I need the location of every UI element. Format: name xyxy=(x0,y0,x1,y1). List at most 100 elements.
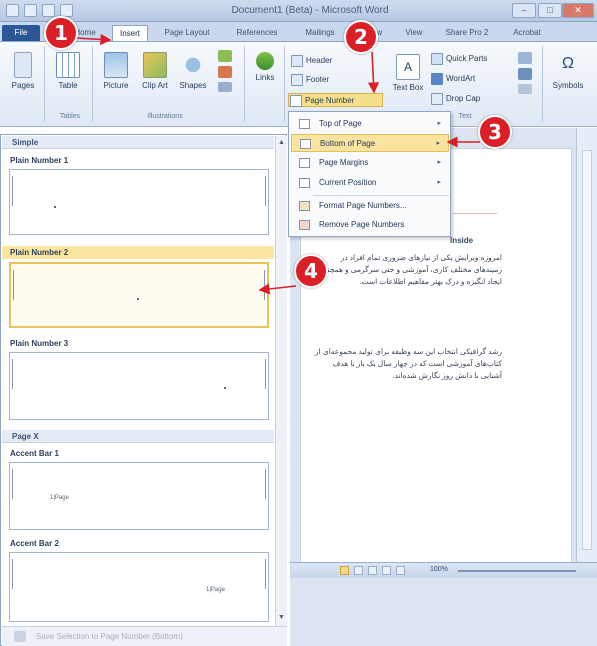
tab-mailings[interactable]: Mailings xyxy=(296,25,344,41)
tab-insert[interactable]: Insert xyxy=(112,25,148,41)
zoom-level[interactable]: 100% xyxy=(430,566,448,573)
margin-mark xyxy=(12,359,18,389)
clip-art-icon xyxy=(143,52,167,78)
text-box-icon: A xyxy=(396,54,420,80)
gallery-item-accent-bar-1[interactable]: 1|Page xyxy=(9,462,269,530)
submenu-arrow-icon: ▸ xyxy=(437,179,441,186)
page-number-marker xyxy=(137,298,139,300)
text-box-button[interactable]: A Text Box xyxy=(392,54,424,92)
scroll-down-icon[interactable]: ▼ xyxy=(278,614,285,621)
shapes-button[interactable]: Shapes xyxy=(176,52,210,90)
callout-badge-4: 4 xyxy=(294,254,328,288)
margin-mark xyxy=(260,176,266,206)
menu-separator xyxy=(313,195,449,196)
footer-icon xyxy=(291,74,303,86)
footer-button[interactable]: Footer xyxy=(290,73,370,87)
save-selection-label: Save Selection to Page Number (Bottom) xyxy=(36,632,183,641)
tab-page-layout[interactable]: Page Layout xyxy=(156,25,218,41)
shapes-icon xyxy=(181,52,205,78)
gallery-item-plain-number-3[interactable] xyxy=(9,352,269,420)
tab-file[interactable]: File xyxy=(2,25,40,41)
gallery-scrollbar[interactable]: ▲ ▼ xyxy=(275,136,287,626)
callout-badge-1: 1 xyxy=(44,16,78,50)
submenu-arrow-icon: ▸ xyxy=(436,140,440,147)
page-margins-icon xyxy=(299,158,310,168)
document-rule xyxy=(453,213,497,214)
save-icon[interactable] xyxy=(24,4,37,17)
tab-acrobat[interactable]: Acrobat xyxy=(502,25,552,41)
draft-view-button[interactable] xyxy=(396,566,405,575)
pages-label: Pages xyxy=(11,81,35,90)
drop-cap-label: Drop Cap xyxy=(446,94,481,103)
symbols-button[interactable]: Ω Symbols xyxy=(548,52,588,90)
picture-button[interactable]: Picture xyxy=(98,52,134,90)
accent-bar-sample: 1|Page xyxy=(50,495,69,501)
picture-label: Picture xyxy=(103,81,129,90)
clip-art-button[interactable]: Clip Art xyxy=(138,52,172,90)
web-layout-view-button[interactable] xyxy=(368,566,377,575)
print-layout-view-button[interactable] xyxy=(340,566,349,575)
quick-parts-icon xyxy=(431,53,443,65)
signature-icon xyxy=(518,52,532,64)
tab-references[interactable]: References xyxy=(226,25,288,41)
menu-item-current-position[interactable]: Current Position ▸ xyxy=(291,174,449,192)
current-position-icon xyxy=(299,178,310,188)
page-number-label: Page Number xyxy=(305,96,355,105)
close-button[interactable]: ✕ xyxy=(562,3,594,18)
gallery-item-label: Plain Number 2 xyxy=(2,246,274,259)
outline-view-button[interactable] xyxy=(382,566,391,575)
menu-item-remove-page-numbers[interactable]: Remove Page Numbers xyxy=(291,216,449,234)
minimize-button[interactable]: – xyxy=(512,3,536,18)
undo-icon[interactable] xyxy=(42,4,55,17)
page-number-marker xyxy=(224,387,226,389)
full-screen-view-button[interactable] xyxy=(354,566,363,575)
quick-parts-button[interactable]: Quick Parts xyxy=(430,52,508,66)
callout-badge-2: 2 xyxy=(344,20,378,54)
wordart-icon xyxy=(431,73,443,85)
table-button[interactable]: Table xyxy=(50,52,86,90)
margin-mark xyxy=(260,469,266,499)
gallery-item-label: Accent Bar 2 xyxy=(10,539,59,548)
callout-badge-3: 3 xyxy=(478,115,512,149)
links-button[interactable]: Links xyxy=(250,52,280,82)
drop-cap-button[interactable]: Drop Cap xyxy=(430,92,508,106)
gallery-item-label: Plain Number 1 xyxy=(10,156,69,165)
gallery-item-accent-bar-2[interactable]: 1|Page xyxy=(9,552,269,622)
margin-mark xyxy=(12,559,18,589)
links-icon xyxy=(256,52,274,70)
signature-buttons[interactable] xyxy=(512,52,538,97)
menu-item-page-margins[interactable]: Page Margins ▸ xyxy=(291,154,449,172)
header-label: Header xyxy=(306,56,333,65)
page-number-button[interactable]: Page Number xyxy=(288,93,383,107)
wordart-button[interactable]: WordArt xyxy=(430,72,508,86)
object-icon xyxy=(518,84,532,94)
scroll-up-icon[interactable]: ▲ xyxy=(278,139,285,146)
maximize-button[interactable]: □ xyxy=(538,3,562,18)
accent-bar-sample: 1|Page xyxy=(206,587,225,593)
tab-view[interactable]: View xyxy=(398,25,430,41)
smartart-buttons[interactable] xyxy=(214,50,236,95)
gallery-item-plain-number-1[interactable] xyxy=(9,169,269,235)
category-simple: Simple xyxy=(2,136,274,149)
word-icon[interactable] xyxy=(6,4,19,17)
shapes-label: Shapes xyxy=(179,81,207,90)
status-bar: 100% xyxy=(290,562,597,578)
pages-icon xyxy=(14,52,32,78)
gallery-item-plain-number-2[interactable] xyxy=(9,262,269,328)
vertical-scrollbar[interactable] xyxy=(582,150,592,550)
tab-share-pro[interactable]: Share Pro 2 xyxy=(438,25,496,41)
smartart-icon xyxy=(218,50,232,62)
header-button[interactable]: Header xyxy=(290,54,370,68)
symbols-label: Symbols xyxy=(552,81,584,90)
group-illustrations-label: Illustrations xyxy=(147,113,183,120)
menu-item-bottom-of-page[interactable]: Bottom of Page ▸ xyxy=(291,134,449,152)
menu-item-top-of-page[interactable]: Top of Page ▸ xyxy=(291,115,449,133)
pages-button[interactable]: Pages xyxy=(8,52,38,90)
zoom-slider[interactable] xyxy=(458,570,576,572)
submenu-arrow-icon: ▸ xyxy=(437,120,441,127)
title-bar: Document1 (Beta) - Microsoft Word – □ ✕ xyxy=(0,0,597,22)
screenshot-icon xyxy=(218,82,232,92)
datetime-icon xyxy=(518,68,532,80)
save-selection-icon xyxy=(14,631,26,642)
menu-item-format-page-numbers[interactable]: Format Page Numbers... xyxy=(291,197,449,215)
